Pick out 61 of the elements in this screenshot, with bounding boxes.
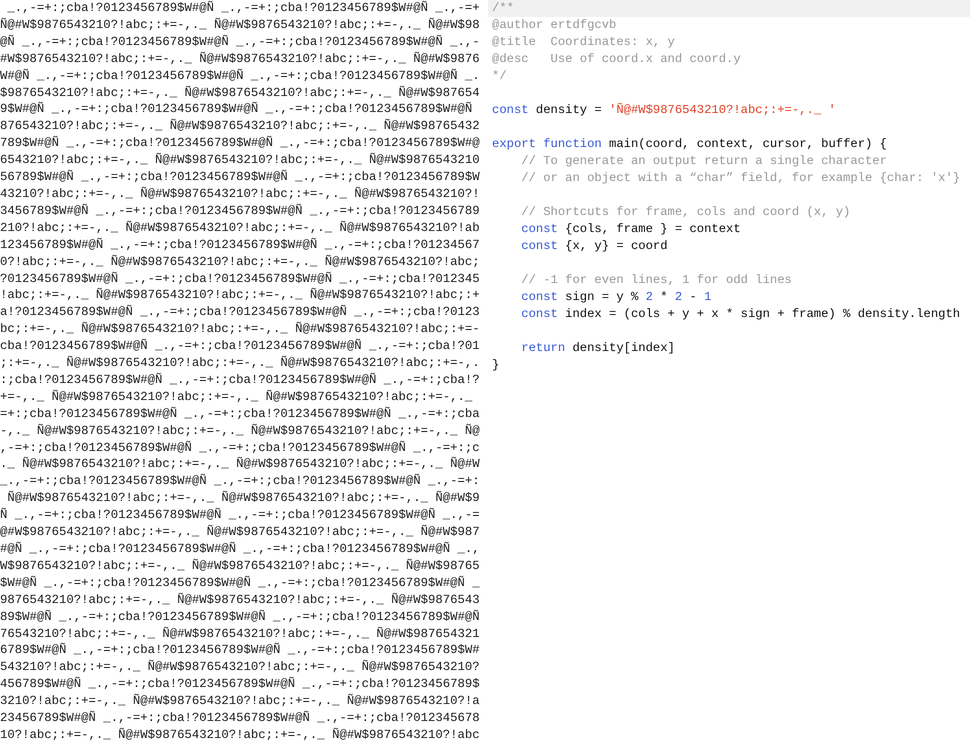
ascii-art-line: :;cba!?0123456789$W#@Ñ _.,-=+:;cba!?0123456789$W#@Ñ _.,-=+:;cba!? [0,372,481,389]
code-line: const density = 'Ñ@#W$9876543210?!abc;:+=-,._ ' [492,103,836,117]
code-line: // -1 for even lines, 1 for odd lines [521,273,792,287]
code-line: /** [492,1,514,15]
ascii-art-line: +=-,._ Ñ@#W$9876543210?!abc;:+=-,._ Ñ@#W$9876543210?!abc;:+=-,._ [0,388,474,406]
ascii-art-line: 789$W#@Ñ _.,-=+:;cba!?0123456789$W#@Ñ _.,-=+:;cba!?0123456789$W#@ [0,135,481,152]
ascii-art-line: W#@Ñ _.,-=+:;cba!?0123456789$W#@Ñ _.,-=+:;cba!?0123456789$W#@Ñ _. [0,68,481,85]
ascii-art-line: 3210?!abc;:+=-,._ Ñ@#W$9876543210?!abc;:+=-,._ Ñ@#W$9876543210?!a [0,693,481,710]
code-line: const index = (cols + y + x * sign + frame) % density.length [521,307,960,321]
ascii-art-line: a!?0123456789$W#@Ñ _.,-=+:;cba!?0123456789$W#@Ñ _.,-=+:;cba!?0123 [0,304,481,322]
ascii-art-line: _.,-=+:;cba!?0123456789$W#@Ñ _.,-=+:;cba!?0123456789$W#@Ñ _.,-=+: [0,473,481,490]
ascii-art-line: 43210?!abc;:+=-,._ Ñ@#W$9876543210?!abc;:+=-,._ Ñ@#W$9876543210?! [0,186,481,203]
code-line: // or an object with a “char” field, for example {char: 'x'} [521,171,960,185]
ascii-art-line: _.,-=+:;cba!?0123456789$W#@Ñ _.,-=+:;cba!?0123456789$W#@Ñ _.,-=+ [6,0,481,17]
code-line: export function main(coord, context, cursor, buffer) { [492,137,887,151]
ascii-art-line: W$9876543210?!abc;:+=-,._ Ñ@#W$9876543210?!abc;:+=-,._ Ñ@#W$98765 [0,558,481,575]
ascii-art-line: @#W$9876543210?!abc;:+=-,._ Ñ@#W$9876543210?!abc;:+=-,._ Ñ@#W$987 [0,524,481,541]
code-line: @author ertdfgcvb [492,18,616,32]
ascii-art-line: 89$W#@Ñ _.,-=+:;cba!?0123456789$W#@Ñ _.,-=+:;cba!?0123456789$W#@Ñ [0,608,481,626]
code-line: const {cols, frame } = context [521,222,741,236]
ascii-art-line: 210?!abc;:+=-,._ Ñ@#W$9876543210?!abc;:+=-,._ Ñ@#W$9876543210?!ab [0,220,481,237]
code-line: return density[index] [521,341,675,355]
ascii-art-line: $W#@Ñ _.,-=+:;cba!?0123456789$W#@Ñ _.,-=+:;cba!?0123456789$W#@Ñ _ [0,574,481,592]
ascii-art-line: #@Ñ _.,-=+:;cba!?0123456789$W#@Ñ _.,-=+:;cba!?0123456789$W#@Ñ _., [0,541,481,558]
ascii-art-line: bc;:+=-,._ Ñ@#W$9876543210?!abc;:+=-,._ Ñ@#W$9876543210?!abc;:+=- [0,321,481,338]
ascii-art-line: 10?!abc;:+=-,._ Ñ@#W$9876543210?!abc;:+=-,._ Ñ@#W$9876543210?!abc [0,726,481,744]
ascii-art-line: cba!?0123456789$W#@Ñ _.,-=+:;cba!?0123456789$W#@Ñ _.,-=+:;cba!?01 [0,338,481,356]
ascii-art-line: 3456789$W#@Ñ _.,-=+:;cba!?0123456789$W#@Ñ _.,-=+:;cba!?0123456789 [0,202,481,220]
ascii-art-line: 76543210?!abc;:+=-,._ Ñ@#W$9876543210?!abc;:+=-,._ Ñ@#W$987654321 [0,626,481,642]
ascii-art-line: 9$W#@Ñ _.,-=+:;cba!?0123456789$W#@Ñ _.,-=+:;cba!?0123456789$W#@Ñ [0,101,474,118]
code-line: const sign = y % 2 * 2 - 1 [521,290,712,304]
ascii-art-line: 0?!abc;:+=-,._ Ñ@#W$9876543210?!abc;:+=-,._ Ñ@#W$9876543210?!abc; [0,254,481,270]
code-line: @title Coordinates: x, y [492,35,675,49]
ascii-art-line: 6789$W#@Ñ _.,-=+:;cba!?0123456789$W#@Ñ _.,-=+:;cba!?0123456789$W# [0,642,481,660]
ascii-art-line: 876543210?!abc;:+=-,._ Ñ@#W$9876543210?!abc;:+=-,._ Ñ@#W$98765432 [0,118,481,136]
ascii-art-line: Ñ@#W$9876543210?!abc;:+=-,._ Ñ@#W$9876543210?!abc;:+=-,._ Ñ@#W$9 [6,490,481,508]
ascii-art-line: -,._ Ñ@#W$9876543210?!abc;:+=-,._ Ñ@#W$9876543210?!abc;:+=-,._ Ñ@ [0,422,481,440]
ascii-art-line: Ñ _.,-=+:;cba!?0123456789$W#@Ñ _.,-=+:;cba!?0123456789$W#@Ñ _.,-= [0,507,481,524]
ascii-art-line: 543210?!abc;:+=-,._ Ñ@#W$9876543210?!abc;:+=-,._ Ñ@#W$9876543210? [0,659,481,676]
ascii-art-line: $9876543210?!abc;:+=-,._ Ñ@#W$9876543210?!abc;:+=-,._ Ñ@#W$987654 [0,84,481,102]
ascii-art-line: ,-=+:;cba!?0123456789$W#@Ñ _.,-=+:;cba!?0123456789$W#@Ñ _.,-=+:;c [0,440,481,456]
ascii-art-line: 23456789$W#@Ñ _.,-=+:;cba!?0123456789$W#@Ñ _.,-=+:;cba!?012345678 [0,710,481,727]
ascii-art-line: Ñ@#W$9876543210?!abc;:+=-,._ Ñ@#W$9876543210?!abc;:+=-,._ Ñ@#W$98 [0,16,481,34]
ascii-art-line: 456789$W#@Ñ _.,-=+:;cba!?0123456789$W#@Ñ _.,-=+:;cba!?0123456789$ [0,676,481,694]
code-line: // Shortcuts for frame, cols and coord (x, y) [521,205,850,219]
ascii-art-line: ._ Ñ@#W$9876543210?!abc;:+=-,._ Ñ@#W$9876543210?!abc;:+=-,._ Ñ@#W [0,456,481,474]
code-line: const {x, y} = coord [521,239,668,253]
code-line: @desc Use of coord.x and coord.y [492,52,741,66]
code-line: */ [492,69,507,83]
ascii-art-line: 123456789$W#@Ñ _.,-=+:;cba!?0123456789$W#@Ñ _.,-=+:;cba!?01234567 [0,236,481,254]
ascii-art-line: 6543210?!abc;:+=-,._ Ñ@#W$9876543210?!abc;:+=-,._ Ñ@#W$9876543210 [0,152,481,170]
code-line: } [492,358,500,372]
ascii-art-line: !abc;:+=-,._ Ñ@#W$9876543210?!abc;:+=-,._ Ñ@#W$9876543210?!abc;:+ [0,287,481,304]
ascii-art-line: ;:+=-,._ Ñ@#W$9876543210?!abc;:+=-,._ Ñ@#W$9876543210?!abc;:+=-,. [0,355,481,372]
ascii-art-line: #W$9876543210?!abc;:+=-,._ Ñ@#W$9876543210?!abc;:+=-,._ Ñ@#W$9876 [0,50,481,68]
ascii-art-line: 9876543210?!abc;:+=-,._ Ñ@#W$9876543210?!abc;:+=-,._ Ñ@#W$9876543 [0,592,481,609]
ascii-art-line: =+:;cba!?0123456789$W#@Ñ _.,-=+:;cba!?0123456789$W#@Ñ _.,-=+:;cba [0,406,481,423]
ascii-art-line: ?0123456789$W#@Ñ _.,-=+:;cba!?0123456789$W#@Ñ _.,-=+:;cba!?012345 [0,270,481,288]
ascii-art-line: @Ñ _.,-=+:;cba!?0123456789$W#@Ñ _.,-=+:;cba!?0123456789$W#@Ñ _.,- [0,34,481,51]
code-line: // To generate an output return a single character [521,154,887,168]
ascii-art-line: 56789$W#@Ñ _.,-=+:;cba!?0123456789$W#@Ñ _.,-=+:;cba!?0123456789$W [0,169,481,186]
